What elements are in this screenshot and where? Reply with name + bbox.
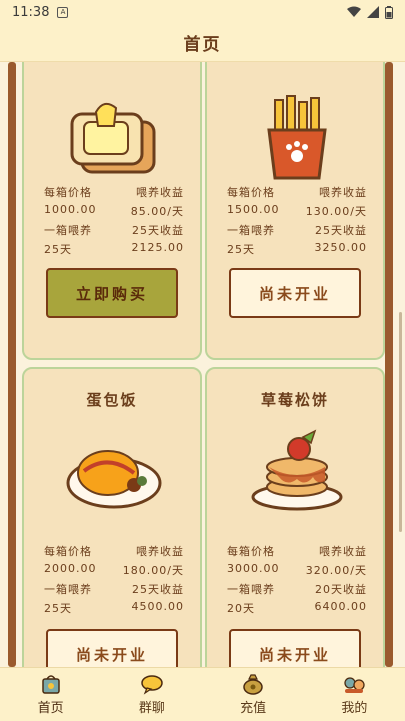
page-title: 首页 (183, 35, 222, 55)
profile-icon (344, 677, 366, 693)
not-open-button[interactable]: 尚未开业 (46, 629, 178, 667)
stat-label: 喂养收益 (319, 186, 367, 199)
bottom-tab-bar: 首页 群聊 充值 我的 (0, 667, 405, 721)
price-value: 1500.00 (227, 203, 280, 216)
total-income-value: 4500.00 (131, 600, 184, 613)
duration-value: 25天 (44, 602, 72, 615)
not-open-button[interactable]: 尚未开业 (229, 268, 361, 318)
chat-bubble-icon (141, 675, 163, 695)
status-bar: 11:38 A (0, 0, 405, 24)
stat-label: 25天收益 (132, 224, 184, 237)
product-stats: 每箱价格 喂养收益 1000.00 85.00/天 一箱喂养 25天收益 25天… (42, 184, 186, 257)
strawberry-pancake-icon (251, 429, 343, 511)
toast-icon (70, 102, 156, 174)
total-income-value: 2125.00 (131, 241, 184, 254)
tab-label: 充值 (240, 701, 267, 716)
stat-label: 一箱喂养 (44, 583, 92, 596)
price-value: 3000.00 (227, 562, 280, 575)
product-card: 每箱价格 喂养收益 1000.00 85.00/天 一箱喂养 25天收益 25天… (22, 62, 202, 360)
money-bag-icon (243, 674, 263, 695)
total-income-value: 3250.00 (314, 241, 367, 254)
stat-label: 一箱喂养 (44, 224, 92, 237)
product-name: 草莓松饼 (260, 391, 329, 409)
tab-group-chat[interactable]: 群聊 (101, 668, 202, 721)
product-card: 草莓松饼 每箱价格 喂养收益 3000.00 320.00/天 一箱喂养 20天… (205, 367, 385, 667)
sim-icon: A (57, 6, 69, 18)
stat-label: 每箱价格 (227, 545, 275, 558)
omelette-rice-icon (66, 450, 162, 509)
shop-grid[interactable]: 每箱价格 喂养收益 1000.00 85.00/天 一箱喂养 25天收益 25天… (0, 62, 405, 667)
tab-profile[interactable]: 我的 (304, 668, 405, 721)
signal-icon (367, 6, 379, 18)
wifi-icon (347, 6, 361, 17)
duration-value: 20天 (227, 602, 255, 615)
price-value: 1000.00 (44, 203, 97, 216)
product-card: 每箱价格 喂养收益 1500.00 130.00/天 一箱喂养 25天收益 25… (205, 62, 385, 360)
stat-label: 每箱价格 (44, 186, 92, 199)
tab-recharge[interactable]: 充值 (203, 668, 304, 721)
product-stats: 每箱价格 喂养收益 1500.00 130.00/天 一箱喂养 25天收益 25… (225, 184, 369, 257)
tab-label: 我的 (341, 701, 368, 716)
stat-label: 25天收益 (315, 224, 367, 237)
stat-label: 喂养收益 (136, 186, 184, 199)
fries-icon (267, 95, 327, 180)
stat-label: 每箱价格 (227, 186, 275, 199)
tab-home[interactable]: 首页 (0, 668, 101, 721)
daily-income-value: 130.00/天 (305, 205, 367, 218)
battery-icon (385, 5, 393, 19)
not-open-button[interactable]: 尚未开业 (229, 629, 361, 667)
tab-label: 群聊 (138, 701, 165, 716)
home-bag-icon (41, 675, 60, 694)
tab-label: 首页 (37, 701, 64, 716)
scrollbar[interactable] (399, 312, 402, 532)
total-income-value: 6400.00 (314, 600, 367, 613)
stat-label: 一箱喂养 (227, 224, 275, 237)
price-value: 2000.00 (44, 562, 97, 575)
daily-income-value: 180.00/天 (122, 564, 184, 577)
duration-value: 25天 (44, 243, 72, 256)
product-stats: 每箱价格 喂养收益 3000.00 320.00/天 一箱喂养 20天收益 20… (225, 543, 369, 616)
stat-label: 喂养收益 (319, 545, 367, 558)
product-name: 蛋包饭 (86, 391, 138, 409)
stat-label: 一箱喂养 (227, 583, 275, 596)
product-card: 蛋包饭 每箱价格 喂养收益 2000.00 180.00/天 一箱喂养 25天收… (22, 367, 202, 667)
status-time: 11:38 (12, 4, 50, 20)
app-header: 首页 (0, 24, 405, 62)
stat-label: 20天收益 (315, 583, 367, 596)
stat-label: 每箱价格 (44, 545, 92, 558)
product-stats: 每箱价格 喂养收益 2000.00 180.00/天 一箱喂养 25天收益 25… (42, 543, 186, 616)
wood-rail-left (8, 62, 16, 667)
wood-rail-right (385, 62, 393, 667)
stat-label: 25天收益 (132, 583, 184, 596)
stat-label: 喂养收益 (136, 545, 184, 558)
daily-income-value: 320.00/天 (305, 564, 367, 577)
duration-value: 25天 (227, 243, 255, 256)
buy-now-button[interactable]: 立即购买 (46, 268, 178, 318)
daily-income-value: 85.00/天 (130, 205, 184, 218)
